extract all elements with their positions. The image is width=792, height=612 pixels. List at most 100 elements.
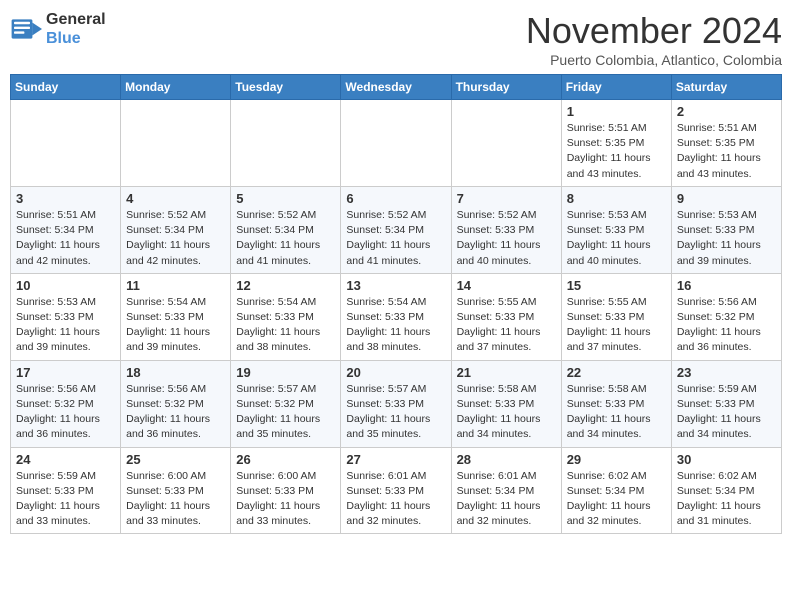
day-info: Sunrise: 5:51 AM Sunset: 5:35 PM Dayligh…	[677, 121, 776, 182]
day-info: Sunrise: 5:58 AM Sunset: 5:33 PM Dayligh…	[457, 382, 556, 443]
day-info: Sunrise: 5:53 AM Sunset: 5:33 PM Dayligh…	[567, 208, 666, 269]
calendar-cell: 19 Sunrise: 5:57 AM Sunset: 5:32 PM Dayli…	[231, 360, 341, 447]
day-number: 25	[126, 452, 225, 467]
calendar-cell: 26 Sunrise: 6:00 AM Sunset: 5:33 PM Dayli…	[231, 447, 341, 534]
day-number: 20	[346, 365, 445, 380]
day-number: 29	[567, 452, 666, 467]
day-info: Sunrise: 5:53 AM Sunset: 5:33 PM Dayligh…	[16, 295, 115, 356]
day-info: Sunrise: 5:54 AM Sunset: 5:33 PM Dayligh…	[346, 295, 445, 356]
day-number: 1	[567, 104, 666, 119]
day-info: Sunrise: 5:55 AM Sunset: 5:33 PM Dayligh…	[567, 295, 666, 356]
calendar-cell: 24 Sunrise: 5:59 AM Sunset: 5:33 PM Dayli…	[11, 447, 121, 534]
day-info: Sunrise: 5:52 AM Sunset: 5:33 PM Dayligh…	[457, 208, 556, 269]
day-number: 2	[677, 104, 776, 119]
calendar-cell: 13 Sunrise: 5:54 AM Sunset: 5:33 PM Dayli…	[341, 273, 451, 360]
calendar-cell: 3Sunrise: 5:51 AM Sunset: 5:34 PM Daylig…	[11, 186, 121, 273]
calendar-cell: 5 Sunrise: 5:52 AM Sunset: 5:34 PM Daylig…	[231, 186, 341, 273]
day-info: Sunrise: 6:02 AM Sunset: 5:34 PM Dayligh…	[567, 469, 666, 530]
day-info: Sunrise: 5:55 AM Sunset: 5:33 PM Dayligh…	[457, 295, 556, 356]
title-area: November 2024 Puerto Colombia, Atlantico…	[526, 10, 782, 68]
weekday-header: Tuesday	[231, 75, 341, 100]
day-number: 16	[677, 278, 776, 293]
day-number: 6	[346, 191, 445, 206]
day-number: 13	[346, 278, 445, 293]
weekday-header: Wednesday	[341, 75, 451, 100]
calendar-cell: 30 Sunrise: 6:02 AM Sunset: 5:34 PM Dayli…	[671, 447, 781, 534]
weekday-header: Friday	[561, 75, 671, 100]
day-info: Sunrise: 5:56 AM Sunset: 5:32 PM Dayligh…	[677, 295, 776, 356]
day-number: 30	[677, 452, 776, 467]
calendar-cell	[231, 100, 341, 187]
calendar-week-row: 3Sunrise: 5:51 AM Sunset: 5:34 PM Daylig…	[11, 186, 782, 273]
calendar-cell: 16 Sunrise: 5:56 AM Sunset: 5:32 PM Dayli…	[671, 273, 781, 360]
calendar-cell: 21 Sunrise: 5:58 AM Sunset: 5:33 PM Dayli…	[451, 360, 561, 447]
day-number: 9	[677, 191, 776, 206]
day-number: 7	[457, 191, 556, 206]
location: Puerto Colombia, Atlantico, Colombia	[526, 52, 782, 68]
day-number: 12	[236, 278, 335, 293]
day-number: 19	[236, 365, 335, 380]
day-info: Sunrise: 6:01 AM Sunset: 5:33 PM Dayligh…	[346, 469, 445, 530]
calendar-cell: 25 Sunrise: 6:00 AM Sunset: 5:33 PM Dayli…	[121, 447, 231, 534]
day-number: 17	[16, 365, 115, 380]
day-number: 5	[236, 191, 335, 206]
day-number: 26	[236, 452, 335, 467]
logo-general: General	[46, 10, 106, 29]
day-info: Sunrise: 5:53 AM Sunset: 5:33 PM Dayligh…	[677, 208, 776, 269]
calendar-cell: 6 Sunrise: 5:52 AM Sunset: 5:34 PM Daylig…	[341, 186, 451, 273]
page-header: General Blue November 2024 Puerto Colomb…	[10, 10, 782, 68]
day-number: 18	[126, 365, 225, 380]
logo-icon	[10, 13, 42, 45]
calendar-cell: 1 Sunrise: 5:51 AM Sunset: 5:35 PM Daylig…	[561, 100, 671, 187]
day-info: Sunrise: 5:52 AM Sunset: 5:34 PM Dayligh…	[236, 208, 335, 269]
calendar-cell: 7 Sunrise: 5:52 AM Sunset: 5:33 PM Daylig…	[451, 186, 561, 273]
calendar-cell: 11Sunrise: 5:54 AM Sunset: 5:33 PM Dayli…	[121, 273, 231, 360]
day-info: Sunrise: 5:52 AM Sunset: 5:34 PM Dayligh…	[346, 208, 445, 269]
weekday-header: Monday	[121, 75, 231, 100]
calendar-cell: 12 Sunrise: 5:54 AM Sunset: 5:33 PM Dayli…	[231, 273, 341, 360]
day-number: 8	[567, 191, 666, 206]
day-number: 23	[677, 365, 776, 380]
day-number: 27	[346, 452, 445, 467]
day-info: Sunrise: 5:52 AM Sunset: 5:34 PM Dayligh…	[126, 208, 225, 269]
day-info: Sunrise: 6:00 AM Sunset: 5:33 PM Dayligh…	[126, 469, 225, 530]
weekday-header: Sunday	[11, 75, 121, 100]
calendar-cell: 8 Sunrise: 5:53 AM Sunset: 5:33 PM Daylig…	[561, 186, 671, 273]
day-info: Sunrise: 5:59 AM Sunset: 5:33 PM Dayligh…	[16, 469, 115, 530]
day-number: 21	[457, 365, 556, 380]
calendar-cell: 22Sunrise: 5:58 AM Sunset: 5:33 PM Dayli…	[561, 360, 671, 447]
day-info: Sunrise: 5:51 AM Sunset: 5:34 PM Dayligh…	[16, 208, 115, 269]
logo: General Blue	[10, 10, 106, 48]
calendar-cell: 14 Sunrise: 5:55 AM Sunset: 5:33 PM Dayli…	[451, 273, 561, 360]
calendar-cell: 2 Sunrise: 5:51 AM Sunset: 5:35 PM Daylig…	[671, 100, 781, 187]
day-number: 10	[16, 278, 115, 293]
day-info: Sunrise: 5:54 AM Sunset: 5:33 PM Dayligh…	[126, 295, 225, 356]
day-info: Sunrise: 5:54 AM Sunset: 5:33 PM Dayligh…	[236, 295, 335, 356]
logo-blue: Blue	[46, 29, 106, 48]
day-info: Sunrise: 5:59 AM Sunset: 5:33 PM Dayligh…	[677, 382, 776, 443]
calendar-cell: 23 Sunrise: 5:59 AM Sunset: 5:33 PM Dayli…	[671, 360, 781, 447]
calendar-cell: 4Sunrise: 5:52 AM Sunset: 5:34 PM Daylig…	[121, 186, 231, 273]
day-info: Sunrise: 6:00 AM Sunset: 5:33 PM Dayligh…	[236, 469, 335, 530]
day-info: Sunrise: 5:51 AM Sunset: 5:35 PM Dayligh…	[567, 121, 666, 182]
day-info: Sunrise: 6:02 AM Sunset: 5:34 PM Dayligh…	[677, 469, 776, 530]
day-number: 14	[457, 278, 556, 293]
weekday-header: Saturday	[671, 75, 781, 100]
calendar-cell: 29 Sunrise: 6:02 AM Sunset: 5:34 PM Dayli…	[561, 447, 671, 534]
calendar-cell: 18Sunrise: 5:56 AM Sunset: 5:32 PM Dayli…	[121, 360, 231, 447]
weekday-header-row: SundayMondayTuesdayWednesdayThursdayFrid…	[11, 75, 782, 100]
calendar-cell: 10 Sunrise: 5:53 AM Sunset: 5:33 PM Dayli…	[11, 273, 121, 360]
calendar-cell	[11, 100, 121, 187]
day-info: Sunrise: 5:57 AM Sunset: 5:33 PM Dayligh…	[346, 382, 445, 443]
calendar-cell: 27 Sunrise: 6:01 AM Sunset: 5:33 PM Dayli…	[341, 447, 451, 534]
day-number: 28	[457, 452, 556, 467]
calendar-cell	[121, 100, 231, 187]
day-info: Sunrise: 5:57 AM Sunset: 5:32 PM Dayligh…	[236, 382, 335, 443]
calendar-cell: 28Sunrise: 6:01 AM Sunset: 5:34 PM Dayli…	[451, 447, 561, 534]
calendar-cell: 9 Sunrise: 5:53 AM Sunset: 5:33 PM Daylig…	[671, 186, 781, 273]
day-number: 24	[16, 452, 115, 467]
calendar-week-row: 1 Sunrise: 5:51 AM Sunset: 5:35 PM Daylig…	[11, 100, 782, 187]
calendar-cell	[451, 100, 561, 187]
calendar-week-row: 24 Sunrise: 5:59 AM Sunset: 5:33 PM Dayli…	[11, 447, 782, 534]
calendar-table: SundayMondayTuesdayWednesdayThursdayFrid…	[10, 74, 782, 534]
